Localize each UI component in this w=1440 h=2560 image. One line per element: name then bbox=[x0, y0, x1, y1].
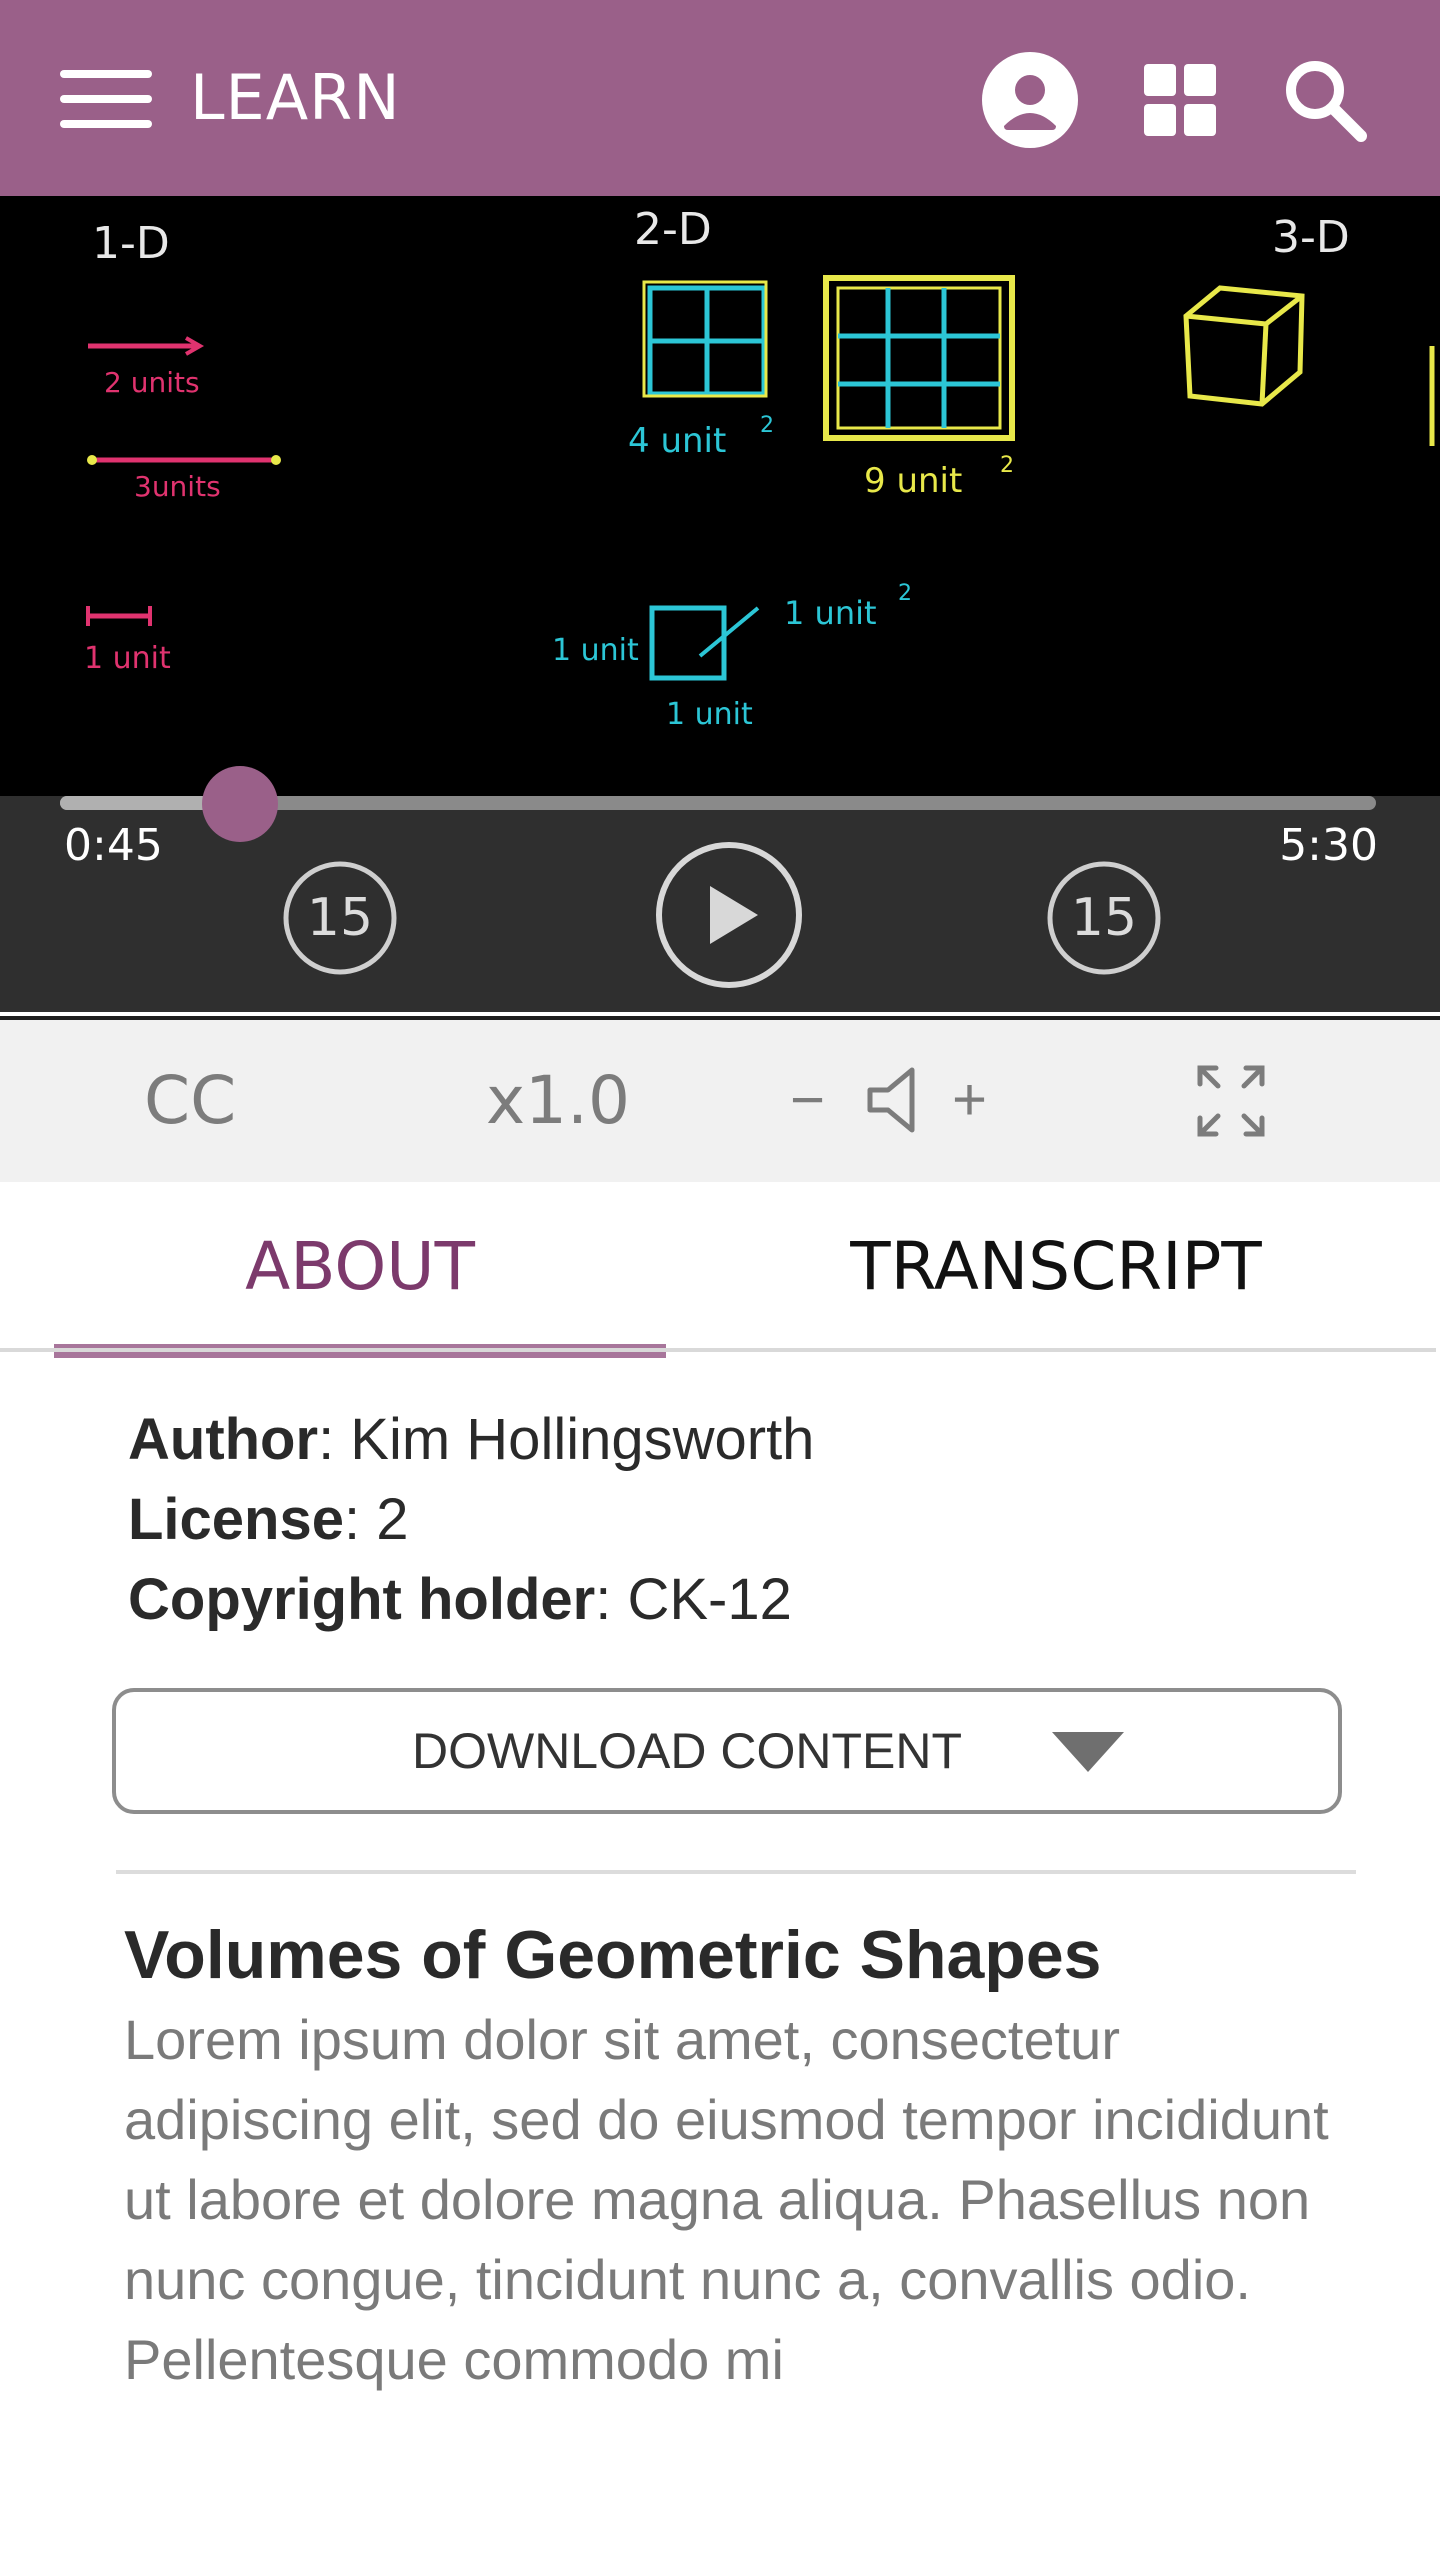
fullscreen-icon[interactable] bbox=[1196, 1064, 1266, 1138]
tab-about[interactable]: ABOUT bbox=[54, 1182, 666, 1352]
license-row: License: 2 bbox=[128, 1487, 409, 1552]
board-label-9-unit-sq: 9 unit bbox=[864, 461, 962, 501]
player-controls-bar: 0:45 5:30 15 15 bbox=[0, 766, 1440, 1012]
author-value: Kim Hollingsworth bbox=[350, 1407, 815, 1472]
section-divider bbox=[116, 1870, 1356, 1874]
copyright-label: Copyright holder bbox=[128, 1567, 596, 1632]
user-avatar-icon[interactable] bbox=[980, 50, 1080, 150]
hamburger-menu-icon[interactable] bbox=[60, 70, 152, 128]
copyright-row: Copyright holder: CK-12 bbox=[128, 1567, 792, 1632]
caret-down-icon bbox=[1052, 1732, 1124, 1772]
forward-15-button[interactable]: 15 bbox=[1046, 860, 1162, 976]
author-row: Author: Kim Hollingsworth bbox=[128, 1407, 815, 1472]
content-tabs: ABOUT TRANSCRIPT bbox=[0, 1182, 1440, 1358]
content-title: Volumes of Geometric Shapes bbox=[124, 1917, 1102, 1993]
svg-text:2: 2 bbox=[898, 581, 912, 606]
board-label-2d: 2-D bbox=[634, 204, 712, 255]
play-icon bbox=[656, 842, 802, 988]
app-header: LEARN bbox=[0, 0, 1440, 196]
total-time: 5:30 bbox=[1279, 820, 1378, 871]
playback-speed-button[interactable]: x1.0 bbox=[486, 1020, 630, 1182]
content-description: Lorem ipsum dolor sit amet, consectetur … bbox=[124, 2008, 1329, 2391]
tab-transcript[interactable]: TRANSCRIPT bbox=[720, 1182, 1392, 1352]
svg-text:2: 2 bbox=[760, 413, 774, 438]
current-time: 0:45 bbox=[64, 820, 163, 871]
closed-captions-button[interactable]: CC bbox=[144, 1020, 236, 1182]
progress-scrubber-handle[interactable] bbox=[201, 766, 278, 842]
license-label: License bbox=[128, 1487, 344, 1552]
rewind-15-button[interactable]: 15 bbox=[282, 860, 398, 976]
board-label-4-unit-sq: 4 unit bbox=[628, 421, 726, 461]
grid-apps-icon[interactable] bbox=[1130, 50, 1230, 150]
board-label-2-units: 2 units bbox=[104, 366, 200, 399]
app-title: LEARN bbox=[190, 61, 401, 134]
svg-text:2: 2 bbox=[1000, 453, 1014, 478]
volume-control: − + bbox=[790, 1060, 1010, 1140]
search-icon[interactable] bbox=[1275, 50, 1375, 150]
license-value: 2 bbox=[376, 1487, 409, 1552]
copyright-value: CK-12 bbox=[627, 1567, 792, 1632]
board-label-3d: 3-D bbox=[1272, 212, 1350, 263]
video-frame[interactable]: 1-D 2 units 3units 1 unit 2-D 4 unit 2 9… bbox=[0, 196, 1440, 796]
progress-bar[interactable] bbox=[60, 766, 1376, 842]
play-button[interactable] bbox=[654, 840, 804, 990]
volume-up-button[interactable]: + bbox=[952, 1060, 987, 1140]
tabs-divider bbox=[0, 1348, 1436, 1352]
chalkboard-drawing: 1-D 2 units 3units 1 unit 2-D 4 unit 2 9… bbox=[84, 204, 1435, 732]
forward-icon bbox=[1047, 861, 1161, 975]
about-meta: Author: Kim Hollingsworth License: 2 Cop… bbox=[128, 1400, 1328, 1640]
board-label-3-units: 3units bbox=[134, 470, 221, 503]
rewind-icon bbox=[283, 861, 397, 975]
board-label-1-unit: 1 unit bbox=[84, 641, 171, 676]
board-label-side-left: 1 unit bbox=[552, 633, 639, 668]
board-label-square-area: 1 unit bbox=[784, 594, 877, 632]
download-label: DOWNLOAD CONTENT bbox=[412, 1723, 962, 1779]
speaker-icon[interactable] bbox=[862, 1064, 932, 1136]
board-label-1d: 1-D bbox=[92, 218, 170, 269]
volume-down-button[interactable]: − bbox=[790, 1060, 825, 1140]
secondary-controls: CC x1.0 − + bbox=[0, 1016, 1440, 1182]
board-label-side-bottom: 1 unit bbox=[666, 697, 753, 732]
author-label: Author bbox=[128, 1407, 319, 1472]
download-content-button[interactable]: DOWNLOAD CONTENT bbox=[112, 1688, 1342, 1814]
